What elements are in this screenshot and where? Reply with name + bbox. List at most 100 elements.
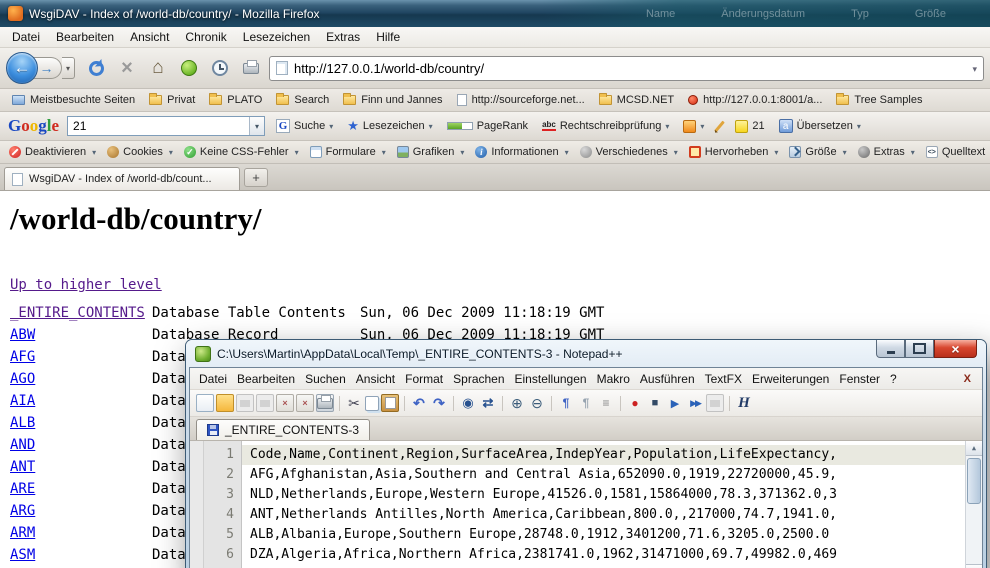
firefox-menu-item[interactable]: Lesezeichen — [235, 28, 318, 46]
firefox-menu-item[interactable]: Hilfe — [368, 28, 408, 46]
bookmark-item[interactable]: Meistbesuchte Seiten — [6, 92, 141, 108]
webdev-menu-item[interactable]: Extras — [853, 144, 921, 160]
notepadpp-menu-item[interactable]: Ansicht — [351, 370, 400, 388]
copy-button[interactable] — [365, 396, 379, 411]
play-macro-button[interactable] — [666, 394, 684, 412]
google-search-input[interactable] — [68, 119, 249, 133]
tab-wsgidav[interactable]: WsgiDAV - Index of /world-db/count... — [4, 167, 240, 190]
extension-button[interactable] — [176, 55, 202, 81]
stop-macro-button[interactable] — [646, 394, 664, 412]
text-content[interactable]: Code,Name,Continent,Region,SurfaceArea,I… — [242, 441, 965, 568]
google-search-dropdown-icon[interactable] — [249, 117, 264, 135]
webdev-menu-item[interactable]: Hervorheben — [684, 144, 785, 160]
history-dropdown-button[interactable] — [62, 57, 75, 79]
find-button[interactable] — [459, 394, 477, 412]
listing-entry-link[interactable]: AIA — [10, 393, 152, 409]
webdev-menu-item[interactable]: Cookies — [102, 144, 179, 160]
firefox-titlebar[interactable]: WsgiDAV - Index of /world-db/country/ - … — [0, 0, 990, 27]
bookmark-item[interactable]: http://127.0.0.1:8001/a... — [682, 92, 828, 108]
listing-entry-link[interactable]: AGO — [10, 371, 152, 387]
notepadpp-titlebar[interactable]: C:\Users\Martin\AppData\Local\Temp\_ENTI… — [189, 340, 983, 367]
run-macro-multiple-button[interactable] — [686, 394, 704, 412]
translate-button[interactable]: Übersetzen — [776, 117, 864, 135]
scrollbar-up-arrow[interactable] — [966, 441, 982, 456]
bookmark-item[interactable]: http://sourceforge.net... — [451, 92, 591, 108]
bookmark-item[interactable]: Finn und Jannes — [337, 92, 448, 108]
history-clock-button[interactable] — [207, 55, 233, 81]
print-button[interactable] — [238, 55, 264, 81]
webdev-menu-item[interactable]: Keine CSS-Fehler — [179, 144, 305, 160]
webdev-menu-item[interactable]: Größe — [784, 144, 852, 160]
scrollbar-thumb[interactable] — [967, 458, 981, 504]
record-macro-button[interactable] — [626, 394, 644, 412]
listing-entry-link[interactable]: ALB — [10, 415, 152, 431]
bookmark-item[interactable]: Tree Samples — [830, 92, 928, 108]
close-button[interactable] — [934, 340, 977, 358]
bookmark-item[interactable]: Search — [270, 92, 335, 108]
notepadpp-menu-item[interactable]: Ausführen — [635, 370, 700, 388]
new-tab-button[interactable]: + — [244, 168, 268, 187]
close-all-button[interactable] — [296, 394, 314, 412]
new-file-button[interactable] — [196, 394, 214, 412]
vertical-scrollbar[interactable] — [965, 441, 982, 568]
reload-button[interactable] — [83, 55, 109, 81]
webdev-menu-item[interactable]: Deaktivieren — [4, 144, 102, 160]
autofill-button[interactable] — [680, 118, 707, 135]
zoom-out-button[interactable] — [528, 394, 546, 412]
editor-area[interactable]: 123456 Code,Name,Continent,Region,Surfac… — [190, 441, 982, 568]
home-button[interactable] — [145, 55, 171, 81]
stop-button[interactable] — [114, 55, 140, 81]
highlight-counter[interactable]: 21 — [732, 118, 767, 135]
url-bar[interactable]: http://127.0.0.1/world-db/country/ — [269, 56, 984, 81]
notepadpp-menu-item[interactable]: Suchen — [300, 370, 351, 388]
open-file-button[interactable] — [216, 394, 234, 412]
notepadpp-menu-item[interactable]: Einstellungen — [510, 370, 592, 388]
indent-guide-button[interactable] — [597, 394, 615, 412]
notepadpp-menu-item[interactable]: Sprachen — [448, 370, 509, 388]
notepadpp-menu-item[interactable]: Fenster — [834, 370, 885, 388]
webdev-menu-item[interactable]: Verschiedenes — [575, 144, 684, 160]
cut-button[interactable] — [345, 394, 363, 412]
up-to-higher-level-link[interactable]: Up to higher level — [10, 277, 162, 293]
notepadpp-menu-item[interactable]: Erweiterungen — [747, 370, 834, 388]
menubar-close-x-button[interactable]: X — [957, 373, 978, 385]
redo-button[interactable] — [430, 394, 448, 412]
print-button[interactable] — [316, 394, 334, 412]
document-tab[interactable]: _ENTIRE_CONTENTS-3 — [196, 419, 370, 440]
google-logo[interactable]: Google — [8, 116, 59, 136]
bookmark-item[interactable]: PLATO — [203, 92, 268, 108]
save-macro-button[interactable] — [706, 394, 724, 412]
word-wrap-button[interactable] — [557, 394, 575, 412]
paste-button[interactable] — [381, 394, 399, 412]
maximize-button[interactable] — [905, 340, 934, 358]
scrollbar-down-arrow[interactable] — [966, 564, 982, 568]
webdev-menu-item[interactable]: Formulare — [305, 144, 392, 160]
firefox-menu-item[interactable]: Datei — [4, 28, 48, 46]
notepadpp-menu-item[interactable]: ? — [885, 370, 902, 388]
notepadpp-menu-item[interactable]: Bearbeiten — [232, 370, 300, 388]
back-button[interactable] — [6, 52, 38, 84]
show-all-characters-button[interactable] — [577, 394, 595, 412]
notepadpp-menu-item[interactable]: TextFX — [700, 370, 747, 388]
bookmark-margin[interactable] — [190, 441, 204, 568]
notepadpp-menu-item[interactable]: Datei — [194, 370, 232, 388]
webdev-menu-item[interactable]: Informationen — [470, 144, 574, 160]
google-search-button[interactable]: Suche — [273, 117, 336, 135]
google-bookmarks-button[interactable]: Lesezeichen — [344, 116, 435, 136]
listing-entry-link[interactable]: AND — [10, 437, 152, 453]
bookmark-item[interactable]: Privat — [143, 92, 201, 108]
listing-entry-link[interactable]: ARG — [10, 503, 152, 519]
bookmark-item[interactable]: MCSD.NET — [593, 92, 680, 108]
listing-entry-link[interactable]: AFG — [10, 349, 152, 365]
google-search-box[interactable] — [67, 116, 265, 136]
undo-button[interactable] — [410, 394, 428, 412]
minimize-button[interactable] — [876, 340, 905, 358]
listing-entry-link[interactable]: ARM — [10, 525, 152, 541]
firefox-menu-item[interactable]: Ansicht — [122, 28, 177, 46]
url-dropdown-icon[interactable] — [972, 59, 977, 77]
firefox-menu-item[interactable]: Bearbeiten — [48, 28, 122, 46]
replace-button[interactable] — [479, 394, 497, 412]
listing-entry-link[interactable]: _ENTIRE_CONTENTS — [10, 305, 152, 321]
webdev-menu-item[interactable]: Grafiken — [392, 144, 471, 160]
webdev-menu-item[interactable]: Quelltext — [921, 144, 990, 160]
